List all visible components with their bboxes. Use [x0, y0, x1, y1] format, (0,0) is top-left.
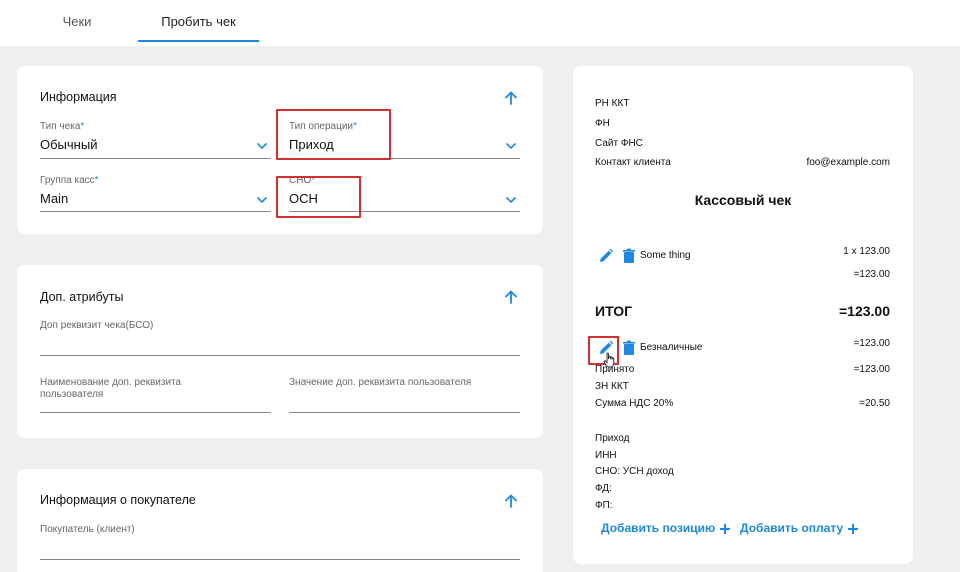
- buyer-info-card: Информация о покупателе Покупатель (клие…: [17, 469, 543, 572]
- vat-label: Сумма НДС 20%: [595, 398, 674, 409]
- plus-icon: [720, 523, 731, 534]
- user-attr-value-input-underline[interactable]: [289, 412, 520, 413]
- client-contact-label: Контакт клиента: [595, 157, 671, 168]
- hand-cursor-icon: [603, 352, 615, 368]
- total-value: =123.00: [839, 303, 890, 319]
- client-input-underline[interactable]: [40, 559, 520, 560]
- user-attr-value-label: Значение доп. реквизита пользователя: [289, 377, 472, 388]
- collapse-arrow-up-icon[interactable]: [503, 289, 519, 305]
- payment-name: Безналичные: [640, 342, 703, 353]
- add-position-button[interactable]: Добавить позицию: [601, 521, 731, 535]
- receipt-type-underline: [40, 158, 271, 159]
- payment-value: =123.00: [853, 338, 890, 349]
- chevron-down-icon[interactable]: [256, 196, 268, 204]
- vat-value: =20.50: [859, 398, 890, 409]
- tax-system-highlight: [276, 176, 361, 218]
- user-attr-name-label: Наименование доп. реквизита пользователя: [40, 377, 182, 400]
- receipt-type-value[interactable]: Обычный: [40, 137, 97, 152]
- collapse-arrow-up-icon[interactable]: [503, 90, 519, 106]
- add-payment-button[interactable]: Добавить оплату: [740, 521, 859, 535]
- item-qty-price: 1 x 123.00: [843, 246, 890, 257]
- top-tab-bar: Чеки Пробить чек: [0, 0, 960, 46]
- plus-icon: [848, 523, 859, 534]
- operation-type-highlight: [276, 109, 391, 160]
- tab-receipts[interactable]: Чеки: [38, 0, 116, 42]
- trash-icon[interactable]: [621, 340, 637, 356]
- receipt-preview-card: РН ККТ ФН Сайт ФНС Контакт клиента foo@e…: [573, 66, 913, 564]
- cash-group-underline: [40, 211, 271, 212]
- item-name: Some thing: [640, 250, 691, 261]
- tab-create-receipt[interactable]: Пробить чек: [138, 0, 259, 42]
- operation-text: Приход: [595, 433, 630, 444]
- fp: ФП:: [595, 500, 613, 511]
- collapse-arrow-up-icon[interactable]: [503, 493, 519, 509]
- chevron-down-icon[interactable]: [505, 196, 517, 204]
- edit-pencil-icon[interactable]: [598, 248, 614, 264]
- client-label: Покупатель (клиент): [40, 524, 135, 535]
- buyer-card-title: Информация о покупателе: [40, 493, 196, 507]
- fn: ФН: [595, 118, 610, 129]
- chevron-down-icon[interactable]: [505, 142, 517, 150]
- fns-site: Сайт ФНС: [595, 138, 643, 149]
- extra-card-title: Доп. атрибуты: [40, 290, 124, 304]
- info-card-title: Информация: [40, 90, 117, 104]
- fd: ФД:: [595, 483, 612, 494]
- rn-kkt: РН ККТ: [595, 98, 630, 109]
- chevron-down-icon[interactable]: [256, 142, 268, 150]
- sno-text: СНО: УСН доход: [595, 466, 674, 477]
- receipt-title: Кассовый чек: [694, 192, 792, 208]
- client-contact-value: foo@example.com: [806, 157, 890, 168]
- cash-group-label: Группа касс*: [40, 175, 99, 186]
- total-label: ИТОГ: [595, 303, 633, 319]
- bso-label: Доп реквизит чека(БСО): [40, 320, 154, 331]
- receipt-type-label: Тип чека*: [40, 121, 85, 132]
- inn: ИНН: [595, 450, 617, 461]
- extra-attributes-card: Доп. атрибуты Доп реквизит чека(БСО) Наи…: [17, 265, 543, 438]
- user-attr-name-input-underline[interactable]: [40, 412, 271, 413]
- accepted-value: =123.00: [853, 364, 890, 375]
- bso-input-underline[interactable]: [40, 355, 520, 356]
- item-sum: =123.00: [853, 269, 890, 280]
- zn-kkt: ЗН ККТ: [595, 381, 629, 392]
- cash-group-value[interactable]: Main: [40, 191, 68, 206]
- trash-icon[interactable]: [621, 248, 637, 264]
